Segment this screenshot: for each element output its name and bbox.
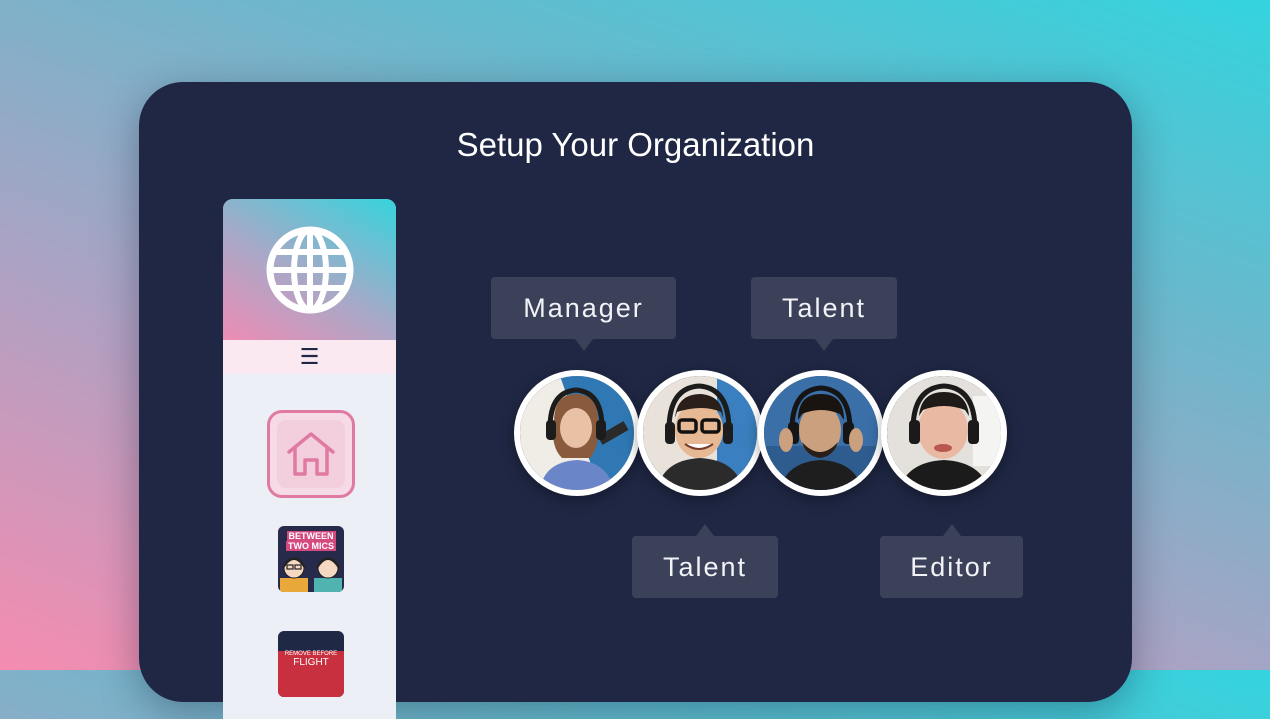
podcast-cover-between-two-mics[interactable]: BETWEEN TWO MICS xyxy=(278,526,344,592)
avatar-editor[interactable] xyxy=(881,370,1007,496)
hamburger-icon: ☰ xyxy=(299,344,320,370)
sidebar-header xyxy=(223,199,396,340)
podcast-cover-remove-before-flight[interactable]: REMOVE BEFORE FLIGHT xyxy=(278,631,344,697)
avatar-talent-2[interactable] xyxy=(758,370,884,496)
role-tag-editor: Editor xyxy=(880,524,1023,598)
role-tag-talent-top: Talent xyxy=(751,277,897,351)
role-tag-manager: Manager xyxy=(491,277,676,351)
home-button[interactable] xyxy=(267,410,355,498)
podcast-hosts-illustration xyxy=(280,557,342,592)
setup-card: Setup Your Organization ☰ BETWEEN TWO MI… xyxy=(139,82,1132,719)
page-title: Setup Your Organization xyxy=(456,126,815,163)
globe-icon xyxy=(266,226,353,313)
podcast-title: FLIGHT xyxy=(293,657,329,668)
podcast-banner: REMOVE BEFORE FLIGHT xyxy=(278,651,344,697)
home-button-inner xyxy=(277,420,345,488)
role-tag-talent-bottom: Talent xyxy=(632,524,778,598)
menu-button[interactable]: ☰ xyxy=(223,340,396,374)
sidebar: ☰ BETWEEN TWO MICS REMOVE BEFORE FLIGHT xyxy=(223,199,396,719)
avatar-talent-1[interactable] xyxy=(637,370,763,496)
avatar-manager[interactable] xyxy=(514,370,640,496)
home-icon xyxy=(287,432,335,476)
